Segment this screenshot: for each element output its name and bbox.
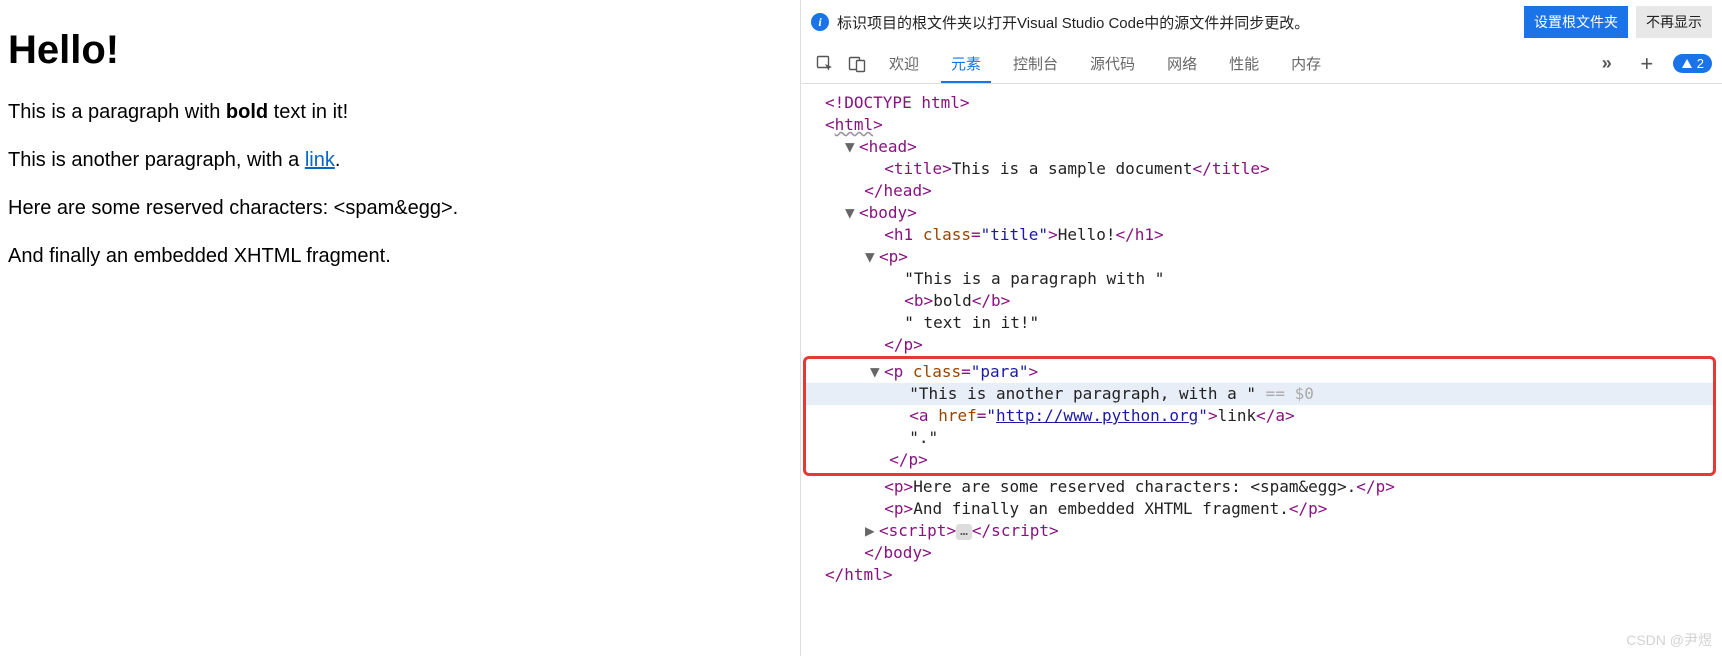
text: This is a paragraph with: [8, 101, 226, 123]
info-text: 标识项目的根文件夹以打开Visual Studio Code中的源文件并同步更改…: [837, 12, 1516, 33]
collapse-arrow-icon[interactable]: ▼: [845, 202, 859, 224]
dom-row[interactable]: </head>: [801, 180, 1722, 202]
set-root-folder-button[interactable]: 设置根文件夹: [1524, 6, 1628, 38]
dom-row[interactable]: ▼<p>: [801, 246, 1722, 268]
text: .: [335, 149, 341, 171]
watermark: CSDN @尹煜: [1626, 630, 1712, 650]
dom-row[interactable]: " text in it!": [801, 312, 1722, 334]
more-tabs-icon[interactable]: »: [1593, 50, 1621, 78]
collapse-arrow-icon[interactable]: ▼: [870, 361, 884, 383]
dom-row[interactable]: <html>: [801, 114, 1722, 136]
bold-text: bold: [226, 101, 268, 123]
dom-row[interactable]: ".": [806, 427, 1713, 449]
dom-row[interactable]: </p>: [806, 449, 1713, 471]
dom-row[interactable]: </p>: [801, 334, 1722, 356]
tab-console[interactable]: 控制台: [999, 45, 1072, 82]
page-heading: Hello!: [8, 28, 792, 73]
tab-tools: » + 2: [1593, 50, 1712, 78]
collapse-arrow-icon[interactable]: ▼: [845, 136, 859, 158]
dom-row[interactable]: <title>This is a sample document</title>: [801, 158, 1722, 180]
dom-row[interactable]: <a href="http://www.python.org">link</a>: [806, 405, 1713, 427]
dom-row[interactable]: ▶<script>…</script>: [801, 520, 1722, 542]
collapse-arrow-icon[interactable]: ▼: [865, 246, 879, 268]
tab-performance[interactable]: 性能: [1215, 45, 1273, 82]
dismiss-button[interactable]: 不再显示: [1636, 6, 1712, 38]
dom-row[interactable]: <p>And finally an embedded XHTML fragmen…: [801, 498, 1722, 520]
link[interactable]: link: [305, 149, 335, 171]
inspect-icon[interactable]: [811, 50, 839, 78]
dom-row[interactable]: <h1 class="title">Hello!</h1>: [801, 224, 1722, 246]
tab-elements[interactable]: 元素: [937, 45, 995, 82]
paragraph-2: This is another paragraph, with a link.: [8, 145, 792, 175]
dom-row[interactable]: ▼<p class="para">: [806, 361, 1713, 383]
paragraph-3: Here are some reserved characters: <spam…: [8, 193, 792, 223]
tab-welcome[interactable]: 欢迎: [875, 45, 933, 82]
dom-row[interactable]: <p>Here are some reserved characters: <s…: [801, 476, 1722, 498]
dom-row[interactable]: ▼<head>: [801, 136, 1722, 158]
dom-row[interactable]: ▼<body>: [801, 202, 1722, 224]
dom-tree[interactable]: <!DOCTYPE html> <html> ▼<head> <title>Th…: [801, 84, 1722, 594]
expand-arrow-icon[interactable]: ▶: [865, 520, 879, 542]
ellipsis-icon[interactable]: …: [956, 524, 972, 540]
devtools-panel: i 标识项目的根文件夹以打开Visual Studio Code中的源文件并同步…: [800, 0, 1722, 656]
device-toggle-icon[interactable]: [843, 50, 871, 78]
badge-number: 2: [1697, 56, 1704, 71]
tab-network[interactable]: 网络: [1153, 45, 1211, 82]
dom-row[interactable]: </html>: [801, 564, 1722, 586]
add-tab-icon[interactable]: +: [1633, 50, 1661, 78]
dom-row[interactable]: "This is a paragraph with ": [801, 268, 1722, 290]
dom-row[interactable]: <!DOCTYPE html>: [801, 92, 1722, 114]
dom-row[interactable]: </body>: [801, 542, 1722, 564]
dom-row[interactable]: <b>bold</b>: [801, 290, 1722, 312]
issues-badge[interactable]: 2: [1673, 54, 1712, 73]
tab-sources[interactable]: 源代码: [1076, 45, 1149, 82]
paragraph-4: And finally an embedded XHTML fragment.: [8, 241, 792, 271]
rendered-page: Hello! This is a paragraph with bold tex…: [0, 0, 800, 656]
info-bar: i 标识项目的根文件夹以打开Visual Studio Code中的源文件并同步…: [801, 0, 1722, 44]
text: This is another paragraph, with a: [8, 149, 305, 171]
dom-row-selected[interactable]: ⋯ "This is another paragraph, with a " =…: [806, 383, 1713, 405]
info-icon: i: [811, 13, 829, 31]
tab-memory[interactable]: 内存: [1277, 45, 1335, 82]
text: text in it!: [268, 101, 348, 123]
paragraph-1: This is a paragraph with bold text in it…: [8, 97, 792, 127]
selected-highlight: ▼<p class="para"> ⋯ "This is another par…: [803, 356, 1716, 476]
devtools-tab-bar: 欢迎 元素 控制台 源代码 网络 性能 内存 » + 2: [801, 44, 1722, 84]
